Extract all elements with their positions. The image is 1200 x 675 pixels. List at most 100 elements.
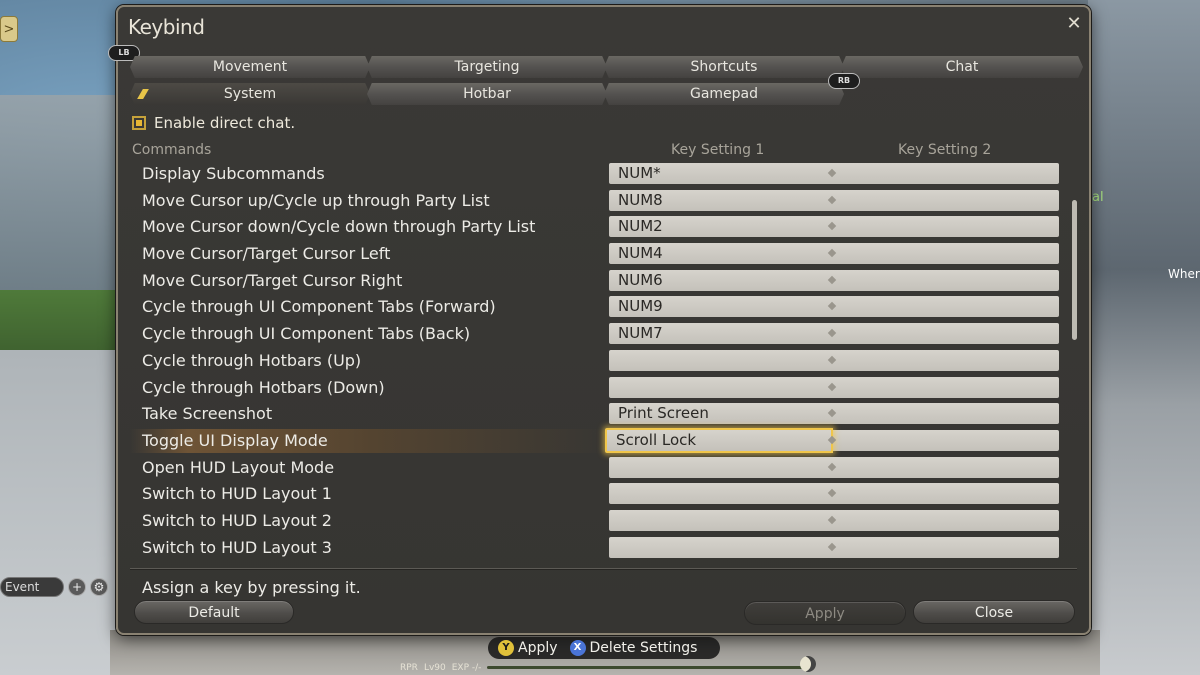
keybind-row[interactable]: Cycle through UI Component Tabs (Back) NU…	[130, 321, 1060, 348]
key-setting-2-slot[interactable]	[832, 189, 1059, 211]
key-setting-1-slot[interactable]: NUM*	[609, 163, 832, 184]
key-setting-1-slot[interactable]	[609, 509, 832, 531]
tab-shortcuts[interactable]: Shortcuts	[604, 56, 844, 78]
rb-badge: RB	[828, 73, 860, 89]
key-setting-1-slot[interactable]: Scroll Lock	[605, 427, 833, 453]
key-setting-2-slot[interactable]	[832, 243, 1059, 265]
enable-direct-chat-checkbox[interactable]	[132, 116, 146, 130]
background-floor	[0, 350, 120, 675]
hud-right-label: al	[1092, 190, 1104, 205]
background-right-scenery	[1088, 0, 1200, 675]
apply-hint-label: Apply	[518, 640, 558, 656]
keybind-row[interactable]: Take Screenshot Print Screen	[130, 401, 1060, 428]
exp-status-bar: RPR Lv90 EXP -/-	[398, 660, 808, 675]
command-label: Display Subcommands	[142, 164, 325, 183]
keybind-row[interactable]: Move Cursor up/Cycle up through Party Li…	[130, 188, 1060, 215]
tab-movement[interactable]: Movement	[130, 56, 370, 78]
close-button[interactable]: Close	[913, 600, 1075, 624]
exp-track	[487, 666, 808, 669]
key-setting-2-slot[interactable]	[832, 483, 1059, 505]
tab-targeting[interactable]: Targeting	[367, 56, 607, 78]
column-header-key1: Key Setting 1	[671, 142, 765, 158]
command-label: Toggle UI Display Mode	[142, 430, 328, 450]
default-button[interactable]: Default	[134, 600, 294, 624]
enable-direct-chat-row[interactable]: Enable direct chat.	[132, 114, 295, 132]
key-setting-2-slot[interactable]	[832, 296, 1059, 318]
keybind-row[interactable]: Move Cursor/Target Cursor Right NUM6	[130, 268, 1060, 295]
key-setting-1-slot[interactable]: NUM9	[609, 296, 832, 318]
key-setting-2-slot[interactable]	[832, 536, 1059, 558]
command-label: Cycle through UI Component Tabs (Back)	[142, 324, 471, 344]
moon-icon	[800, 656, 816, 672]
background-wall	[0, 95, 120, 305]
keybind-row[interactable]: Cycle through Hotbars (Up)	[130, 348, 1060, 375]
keybind-row[interactable]: Move Cursor/Target Cursor Left NUM4	[130, 241, 1060, 268]
scrollbar[interactable]	[1072, 200, 1077, 340]
keybind-row[interactable]: Open HUD Layout Mode	[130, 455, 1060, 482]
key-setting-2-slot[interactable]	[832, 376, 1059, 398]
apply-button[interactable]: Apply	[744, 601, 906, 625]
tab-chat[interactable]: Chat	[841, 56, 1083, 78]
keybind-row[interactable]: Cycle through Hotbars (Down)	[130, 375, 1060, 402]
divider	[130, 568, 1077, 570]
key-setting-2-slot[interactable]	[832, 349, 1059, 371]
hud-left-widgets: Event + ⚙	[0, 577, 108, 597]
y-button-icon: Y	[498, 640, 514, 656]
keybind-row[interactable]: Move Cursor down/Cycle down through Part…	[130, 214, 1060, 241]
column-header-commands: Commands	[132, 142, 212, 158]
key-setting-1-slot[interactable]	[609, 349, 832, 371]
key-setting-1-slot[interactable]: NUM2	[609, 216, 832, 238]
command-label: Open HUD Layout Mode	[142, 457, 335, 477]
command-label: Move Cursor up/Cycle up through Party Li…	[142, 190, 490, 210]
column-header-key2: Key Setting 2	[898, 142, 992, 158]
keybind-row[interactable]: Cycle through UI Component Tabs (Forward…	[130, 294, 1060, 321]
keybind-row[interactable]: Switch to HUD Layout 1	[130, 481, 1060, 508]
key-setting-2-slot[interactable]	[832, 323, 1059, 345]
keybind-row[interactable]: Switch to HUD Layout 2	[130, 508, 1060, 535]
key-setting-1-slot[interactable]: NUM7	[609, 323, 832, 345]
keybind-row[interactable]: Switch to HUD Layout 3	[130, 535, 1060, 562]
command-label: Move Cursor down/Cycle down through Part…	[142, 217, 536, 237]
gear-icon[interactable]: ⚙	[90, 578, 108, 596]
exp-label: EXP -/-	[451, 662, 482, 673]
tab-hotbar[interactable]: Hotbar	[367, 83, 607, 105]
controller-hint-bar: Y Apply X Delete Settings	[488, 637, 720, 659]
delete-settings-hint-label: Delete Settings	[589, 640, 698, 656]
command-label: Switch to HUD Layout 3	[142, 537, 332, 557]
command-label: Switch to HUD Layout 1	[142, 484, 332, 504]
close-icon[interactable]: ✕	[1063, 13, 1085, 35]
active-tab-marker	[137, 89, 149, 99]
key-setting-1-slot[interactable]	[609, 376, 832, 398]
key-setting-1-slot[interactable]	[609, 536, 832, 558]
keybind-window: Keybind ✕ LB RB Movement Targeting Short…	[108, 5, 1091, 635]
command-label: Take Screenshot	[142, 404, 273, 424]
level-label: Lv90	[423, 662, 446, 673]
key-setting-2-slot[interactable]	[832, 429, 1059, 451]
tab-system[interactable]: System	[130, 83, 370, 105]
event-button[interactable]: Event	[0, 577, 64, 597]
command-label: Cycle through Hotbars (Down)	[142, 377, 385, 397]
key-setting-1-slot[interactable]: NUM6	[609, 269, 832, 291]
command-label: Cycle through Hotbars (Up)	[142, 350, 362, 370]
command-label: Move Cursor/Target Cursor Right	[142, 270, 403, 290]
key-setting-2-slot[interactable]	[832, 216, 1059, 238]
command-label: Move Cursor/Target Cursor Left	[142, 244, 391, 264]
key-setting-2-slot[interactable]	[832, 163, 1059, 184]
key-setting-1-slot[interactable]	[609, 483, 832, 505]
keybind-row[interactable]: Toggle UI Display Mode Scroll Lock	[130, 427, 1060, 455]
key-setting-1-slot[interactable]: NUM8	[609, 189, 832, 211]
key-setting-2-slot[interactable]	[832, 403, 1059, 425]
tab-gamepad[interactable]: Gamepad	[604, 83, 844, 105]
key-setting-2-slot[interactable]	[832, 456, 1059, 478]
window-title: Keybind	[128, 15, 205, 39]
key-setting-1-slot[interactable]: Print Screen	[609, 403, 832, 425]
plus-icon[interactable]: +	[68, 578, 86, 596]
key-setting-2-slot[interactable]	[832, 509, 1059, 531]
chevron-right-icon[interactable]: >	[0, 16, 18, 42]
key-setting-2-slot[interactable]	[832, 269, 1059, 291]
key-setting-1-slot[interactable]	[609, 456, 832, 478]
keybind-row[interactable]: Display Subcommands NUM*	[130, 161, 1060, 188]
hint-text: Assign a key by pressing it.	[142, 578, 361, 597]
key-setting-1-slot[interactable]: NUM4	[609, 243, 832, 265]
enable-direct-chat-label: Enable direct chat.	[154, 114, 296, 132]
